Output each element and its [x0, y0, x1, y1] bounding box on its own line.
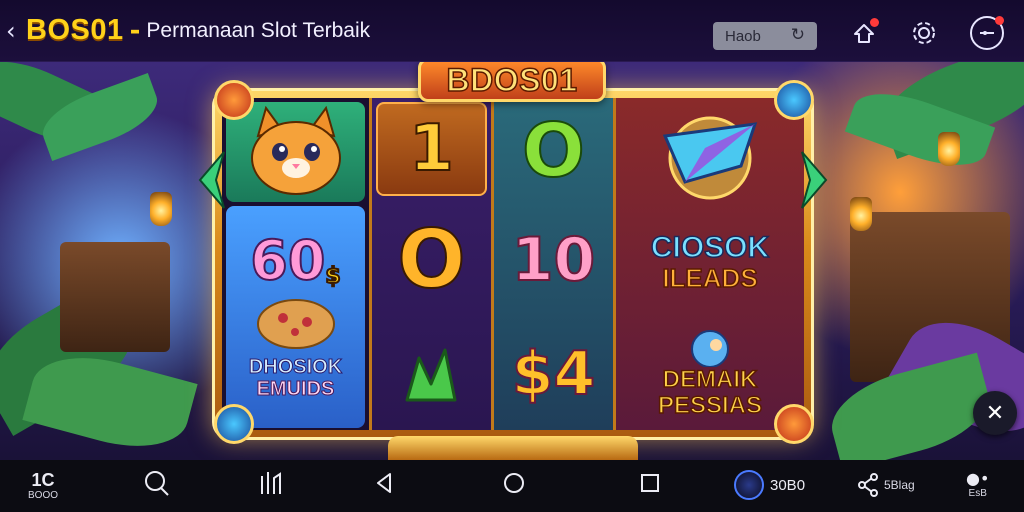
bonus-number: 60 — [249, 229, 326, 292]
notification-badge — [870, 18, 879, 27]
symbol-label-1: CIOSOK — [650, 231, 770, 265]
cat-icon — [250, 106, 341, 195]
share-button[interactable]: 5Blag — [856, 472, 915, 498]
symbol-one: 1 — [408, 112, 455, 186]
chevron-left-icon[interactable]: ‹ — [6, 19, 24, 43]
corner-orb-icon — [774, 404, 814, 444]
number-symbol: 1 — [376, 102, 487, 196]
symbol-zero: O — [396, 213, 466, 306]
crown-symbol-icon — [405, 348, 456, 402]
orb-creature-icon — [691, 330, 729, 367]
number-symbol: O — [376, 202, 487, 318]
symbol-dollar-four: $4 — [511, 339, 596, 409]
corner-orb-icon — [214, 80, 254, 120]
text-symbol: DEMAIK PESSIAS — [620, 318, 800, 428]
lantern-icon — [150, 192, 172, 226]
symbol-ten: 10 — [511, 225, 596, 295]
symbol-label-2: ILEADS — [662, 263, 759, 293]
coin-label: 30B0 — [770, 476, 806, 494]
bottom-navbar: 1C BOOO 30B0 5Blag ●• EsB — [0, 460, 1024, 512]
reel-2: 1 O — [372, 98, 494, 430]
machine-base — [388, 436, 638, 460]
logo-top: 1C — [31, 470, 55, 490]
machine-marquee: BDOS01 — [418, 58, 606, 102]
bonus-symbol: 60 $ DHOSIOK EMUIDS — [226, 206, 365, 428]
search-text: Haob — [725, 27, 761, 45]
torch-icon — [938, 132, 960, 166]
share-label: 5Blag — [884, 477, 915, 492]
more-button[interactable]: ●• EsB — [966, 469, 990, 500]
left-arrow-icon[interactable] — [198, 150, 226, 210]
back-triangle-icon[interactable] — [372, 468, 396, 498]
more-label: EsB — [968, 488, 987, 499]
corner-orb-icon — [214, 404, 254, 444]
crown-symbol — [376, 324, 487, 428]
gem-symbol — [620, 102, 800, 206]
number-symbol: $4 — [498, 320, 609, 428]
search-box[interactable]: Haob ↻ — [713, 22, 817, 50]
share-icon — [858, 473, 878, 497]
coin-icon — [734, 470, 764, 500]
more-icon: ●• — [966, 469, 990, 488]
brand-title: BOS01 — [26, 14, 124, 46]
bonus-label-2: EMUIDS — [256, 378, 335, 401]
slot-machine: 60 $ DHOSIOK EMUIDS 1 O O 10 $4 CIOSOK I… — [212, 88, 814, 440]
right-arrow-icon[interactable] — [800, 150, 828, 210]
settings-icon[interactable] — [909, 18, 939, 48]
reel-3: O 10 $4 — [494, 98, 616, 430]
home-circle-icon[interactable] — [501, 468, 527, 498]
close-x-icon[interactable]: ✕ — [973, 391, 1017, 435]
logo-bottom: BOOO — [28, 490, 59, 501]
notification-icon[interactable] — [849, 18, 879, 48]
wooden-hut — [60, 242, 170, 352]
marquee-title: BDOS01 — [446, 61, 578, 99]
bonus-label-1: DHOSIOK — [248, 356, 343, 379]
app-bar: ‹ BOS01 - Permanaan Slot Terbaik Haob ↻ — [0, 0, 1024, 62]
search-icon[interactable] — [143, 468, 171, 498]
gem-icon — [662, 116, 758, 200]
reel-1: 60 $ DHOSIOK EMUIDS — [222, 98, 372, 430]
symbol-label-3: DEMAIK — [662, 366, 758, 394]
number-symbol: O — [498, 102, 609, 200]
symbol-o-green: O — [521, 108, 586, 194]
lantern-icon — [850, 197, 872, 231]
symbol-label-4: PESSIAS — [657, 392, 763, 420]
number-symbol: 10 — [498, 204, 609, 316]
app-logo[interactable]: 1C BOOO — [28, 470, 58, 501]
profile-badge — [995, 16, 1004, 25]
cat-symbol — [226, 102, 365, 202]
bonus-dollar: $ — [324, 264, 341, 289]
library-icon[interactable] — [258, 468, 286, 498]
corner-orb-icon — [774, 80, 814, 120]
title-separator: - — [129, 15, 141, 46]
cookie-icon — [256, 299, 335, 349]
reels-area: 60 $ DHOSIOK EMUIDS 1 O O 10 $4 CIOSOK I… — [222, 98, 804, 430]
reel-4: CIOSOK ILEADS DEMAIK PESSIAS — [616, 98, 804, 430]
reload-icon[interactable]: ↻ — [791, 25, 805, 45]
page-subtitle: Permanaan Slot Terbaik — [146, 18, 371, 42]
text-symbol: CIOSOK ILEADS — [620, 210, 800, 314]
profile-icon[interactable] — [970, 16, 1004, 50]
recents-square-icon[interactable] — [637, 468, 663, 498]
coin-balance[interactable]: 30B0 — [734, 470, 805, 500]
